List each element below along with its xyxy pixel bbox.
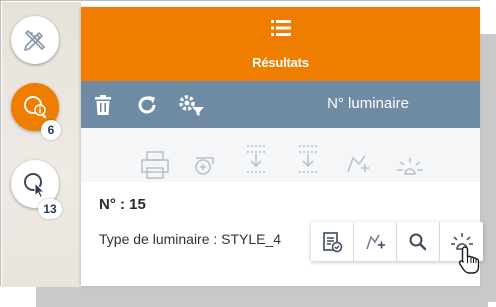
results-title: Résultats <box>252 55 309 70</box>
edit-geometry-icon-ghost <box>347 155 369 173</box>
zoom-button[interactable] <box>397 222 440 261</box>
zoom-icon <box>409 233 427 250</box>
settings-filter-icon[interactable] <box>177 93 205 117</box>
drop-shadow-bottom <box>36 286 488 307</box>
selection-count-badge: 13 <box>38 199 62 219</box>
luminaire-number: N° : 15 <box>99 196 146 213</box>
tools-button[interactable] <box>11 16 59 64</box>
results-header: Résultats <box>81 7 480 81</box>
print-icon <box>141 151 169 179</box>
info-count-badge: 6 <box>41 120 61 140</box>
results-toolbar: N° luminaire <box>81 81 480 128</box>
import-down-icon <box>247 145 265 173</box>
trash-icon[interactable] <box>91 93 115 117</box>
luminaire-type: Type de luminaire : STYLE_4 <box>99 231 282 247</box>
edit-geometry-button[interactable] <box>354 222 397 261</box>
info-query-icon <box>24 96 47 119</box>
report-button[interactable] <box>311 222 354 261</box>
pencil-ruler-icon <box>24 30 45 51</box>
refresh-icon[interactable] <box>135 93 159 117</box>
export-down-icon <box>299 145 317 173</box>
report-icon <box>323 231 343 252</box>
highlight-icon-ghost <box>397 158 423 175</box>
edit-geometry-icon <box>366 234 385 249</box>
zoom-add-icon <box>195 157 214 175</box>
results-panel: Résultats N° luminaire N°: 15 Type de l… <box>81 7 483 286</box>
selection-cursor-icon <box>24 173 46 198</box>
result-item[interactable]: N° : 15 Type de luminaire : STYLE_4 <box>81 182 483 286</box>
list-icon <box>271 20 291 36</box>
hand-cursor-icon <box>458 246 480 274</box>
toolbar-title: N° luminaire <box>327 95 409 112</box>
hidden-action-row <box>81 128 480 182</box>
